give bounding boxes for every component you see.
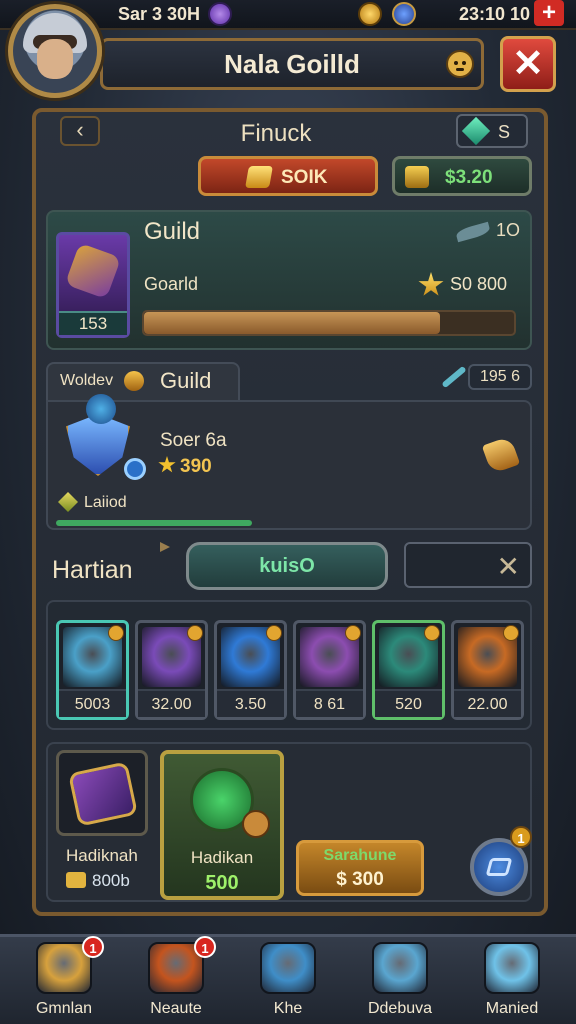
player-stat: Sar 3 30H	[118, 4, 201, 24]
nav-badge: 1	[82, 936, 104, 958]
panel-title: Finuck	[240, 120, 312, 147]
nav-item-3[interactable]: Ddebuva	[344, 938, 456, 1024]
nav-item-0[interactable]: 1 Gmnlan	[8, 936, 120, 1024]
member-progress-fill	[56, 520, 252, 526]
mask-icon	[242, 810, 270, 838]
nav-badge: 1	[194, 936, 216, 958]
guild-level: 1O	[455, 220, 532, 244]
add-button[interactable]: +	[534, 0, 564, 26]
buy-button[interactable]: Sarahune $ 300	[296, 840, 424, 896]
guild-progress-fill	[144, 312, 440, 334]
rarity-badge-icon	[424, 625, 440, 641]
purple-scroll-icon	[68, 761, 138, 827]
page-title: Nala Goilld	[224, 49, 360, 79]
back-button[interactable]: ‹	[60, 116, 100, 146]
gold-button[interactable]: SOIK	[198, 156, 378, 196]
info-icon[interactable]	[446, 50, 474, 78]
rarity-badge-icon	[266, 625, 282, 641]
item-value: 5003	[59, 689, 126, 717]
coin-bag-icon	[405, 166, 429, 188]
item-value: 32.00	[138, 689, 205, 717]
clear-icon[interactable]: ✕	[497, 550, 520, 583]
filter-box[interactable]: ✕	[404, 542, 532, 588]
wand-icon	[441, 365, 467, 389]
item-slot[interactable]: 520	[372, 620, 445, 720]
item-slot[interactable]: 5003	[56, 620, 129, 720]
clock: 23:10 10	[458, 4, 530, 24]
guild-item-slot[interactable]: 153	[56, 232, 130, 338]
search-input[interactable]: kuisO	[186, 542, 388, 590]
blue-crest-icon[interactable]	[392, 2, 416, 26]
player-avatar[interactable]	[8, 4, 102, 98]
crystal-shard-icon	[484, 942, 540, 994]
featured-offer[interactable]: Hadikan 500	[160, 750, 284, 900]
nav-label: Gmnlan	[35, 1000, 93, 1017]
item-slot[interactable]: 32.00	[135, 620, 208, 720]
nav-item-4[interactable]: Manied	[456, 938, 568, 1024]
refresh-icon	[485, 858, 513, 876]
rarity-badge-icon	[187, 625, 203, 641]
chest-slot[interactable]	[56, 750, 148, 836]
nav-item-1[interactable]: 1 Neaute	[120, 936, 232, 1024]
bottom-left-title: Hadiknah	[66, 846, 138, 865]
item-slot[interactable]: 3.50	[214, 620, 287, 720]
nav-label: Neaute	[150, 1000, 202, 1017]
gold-bar-icon	[66, 872, 86, 888]
rarity-badge-icon	[345, 625, 361, 641]
treasure-box-icon	[260, 942, 316, 994]
dragon-knight-icon[interactable]	[52, 392, 148, 488]
guild-reward: S0 800	[450, 274, 508, 294]
helmet-icon	[124, 371, 144, 391]
guild-card-title: Guild	[144, 218, 201, 245]
item-slot[interactable]: 22.00	[451, 620, 524, 720]
item-value: 8 61	[296, 689, 363, 717]
mechanical-arm-icon	[64, 242, 122, 300]
member-stars: 390	[180, 456, 212, 477]
refresh-badge: 1	[510, 826, 532, 848]
crystal-gem-icon	[372, 942, 428, 994]
bottom-left-value: 800b	[92, 871, 130, 890]
title-bar: Nala Goilld	[100, 38, 484, 90]
nav-label: Ddebuva	[367, 1000, 433, 1017]
item-value: 520	[375, 689, 442, 717]
feather-icon	[455, 221, 491, 243]
gold-shield-icon[interactable]	[358, 2, 382, 26]
nav-label: Khe	[273, 1000, 303, 1017]
rarity-badge-icon	[108, 625, 124, 641]
close-button[interactable]: ✕	[500, 36, 556, 92]
purple-gem-icon[interactable]	[208, 2, 232, 26]
gem-counter[interactable]: S	[456, 114, 528, 148]
nav-item-2[interactable]: Khe	[232, 938, 344, 1024]
rarity-badge-icon	[503, 625, 519, 641]
item-slot[interactable]: 8 61	[293, 620, 366, 720]
search-label: Hartian	[52, 556, 133, 584]
gold-nugget-icon	[245, 166, 273, 188]
nav-label: Manied	[485, 1000, 539, 1017]
item-value: 3.50	[217, 689, 284, 717]
member-label: Laiiod	[84, 494, 127, 511]
cash-button[interactable]: $3.20	[392, 156, 532, 196]
cash-amount: $3.20	[445, 167, 493, 188]
member-name: Soer 6a	[160, 430, 227, 451]
emerald-icon	[461, 116, 491, 146]
gem-count: S	[498, 122, 511, 142]
close-icon: ✕	[512, 43, 544, 85]
guild-progress-bar	[142, 310, 516, 336]
avatar-face	[37, 39, 73, 79]
gold-amount: SOIK	[281, 167, 328, 188]
chevron-left-icon: ‹	[76, 117, 84, 142]
item-value: 22.00	[454, 689, 521, 717]
guild-item-label: Goarld	[144, 274, 199, 294]
member-count: 195 6	[440, 364, 532, 392]
item-count: 153	[59, 311, 127, 335]
member-progress-bar	[56, 520, 522, 526]
